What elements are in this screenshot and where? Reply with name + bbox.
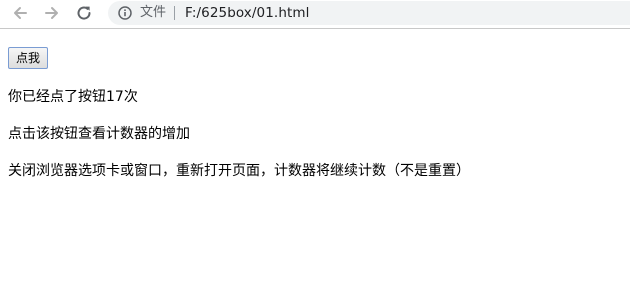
info-icon[interactable] xyxy=(118,6,132,20)
address-bar[interactable]: 文件 F:/625box/01.html xyxy=(108,1,630,25)
reload-icon xyxy=(77,6,91,20)
back-button[interactable] xyxy=(8,2,32,24)
reload-button[interactable] xyxy=(72,2,96,24)
click-counter-button[interactable]: 点我 xyxy=(8,47,49,69)
address-separator xyxy=(174,6,176,20)
arrow-left-icon xyxy=(14,7,27,19)
page-content: 点我 你已经点了按钮17次 点击该按钮查看计数器的增加 关闭浏览器选项卡或窗口，… xyxy=(0,30,630,285)
hint-text-2: 关闭浏览器选项卡或窗口，重新打开页面，计数器将继续计数（不是重置） xyxy=(8,163,470,179)
url-text[interactable]: F:/625box/01.html xyxy=(185,1,309,25)
result-text: 你已经点了按钮17次 xyxy=(8,89,138,105)
forward-button[interactable] xyxy=(40,2,64,24)
browser-toolbar: 文件 F:/625box/01.html xyxy=(0,0,630,29)
arrow-right-icon xyxy=(45,7,58,19)
scheme-label: 文件 xyxy=(140,5,167,20)
hint-text-1: 点击该按钮查看计数器的增加 xyxy=(8,126,190,142)
